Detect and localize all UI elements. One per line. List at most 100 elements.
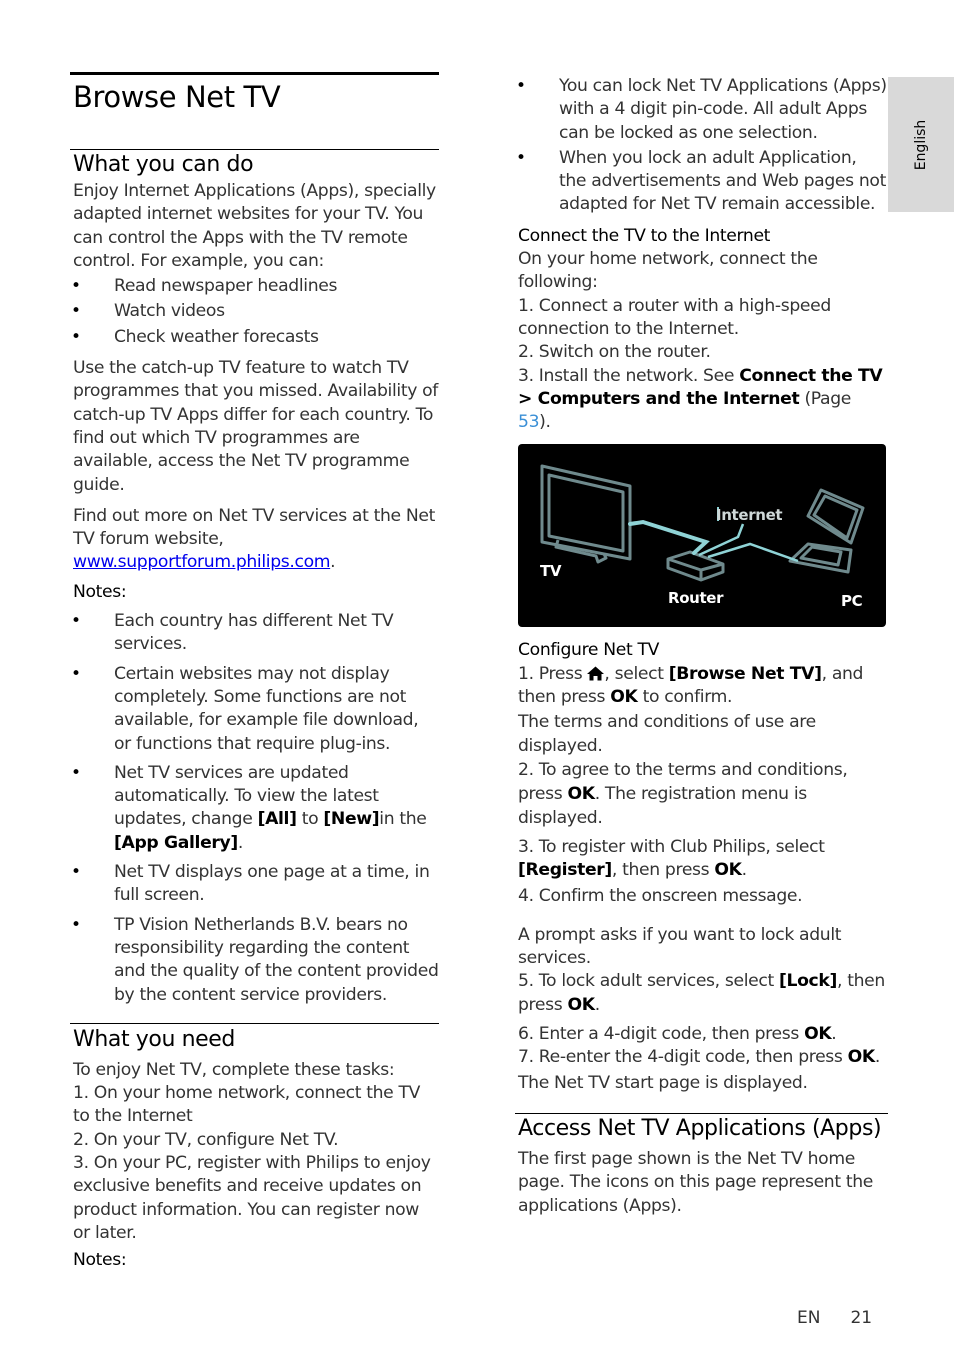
option-all: [All] xyxy=(257,809,297,830)
page-link[interactable]: 53 xyxy=(518,412,540,432)
step-text: 6. Enter a 4-digit code, then press xyxy=(518,1024,805,1045)
list-item: You can lock Net TV Applications (Apps) … xyxy=(516,75,888,145)
ref-connect-tv: Connect the TV xyxy=(739,365,883,386)
list-item: Read newspaper headlines xyxy=(71,275,439,299)
configure-step7-note: The Net TV start page is displayed. xyxy=(518,1072,808,1093)
step-text: to confirm. xyxy=(637,687,733,708)
configure-step4: 4. Confirm the onscreen message. xyxy=(518,885,803,906)
menu-lock: [Lock] xyxy=(778,971,837,992)
title-rule xyxy=(70,72,439,75)
ok-key: OK xyxy=(714,860,742,881)
connect-line: 2. Switch on the router. xyxy=(518,342,711,363)
notes-list: Each country has different Net TV servic… xyxy=(71,610,439,1007)
menu-register: [Register] xyxy=(518,860,612,881)
access-paragraph: The first page shown is the Net TV home … xyxy=(518,1148,873,1216)
page-number: 21 xyxy=(850,1308,873,1328)
section-heading-access-apps: Access Net TV Applications (Apps) xyxy=(518,1115,882,1141)
list-item: Net TV displays one page at a time, in f… xyxy=(71,861,439,908)
diagram-label-tv: TV xyxy=(540,562,562,580)
tv-screen xyxy=(547,473,625,553)
option-new: [New] xyxy=(323,809,380,830)
ref-computers-internet: > Computers and the Internet xyxy=(518,388,800,409)
connect-step3: 3. Install the network. See Connect the … xyxy=(518,365,888,435)
list-item: Watch videos xyxy=(71,300,439,324)
right-column: You can lock Net TV Applications (Apps) … xyxy=(515,72,888,1218)
step-text: . xyxy=(741,860,747,881)
configure-step6: 6. Enter a 4-digit code, then press OK. xyxy=(518,1023,888,1046)
forum-text: Find out more on Net TV services at the … xyxy=(73,505,436,550)
cable-router-internet xyxy=(698,524,745,557)
pc-screen xyxy=(806,488,865,545)
language-tab: English xyxy=(888,77,954,212)
lock-notes-list: You can lock Net TV Applications (Apps) … xyxy=(516,75,888,217)
list-item: Net TV services are updated automaticall… xyxy=(71,762,439,855)
cable-tv-router xyxy=(628,520,710,556)
list-item: TP Vision Netherlands B.V. bears no resp… xyxy=(71,914,439,1007)
ok-key: OK xyxy=(804,1024,832,1045)
home-icon xyxy=(587,666,605,681)
page-footer: EN 21 xyxy=(797,1308,872,1328)
examples-list: Read newspaper headlines Watch videos Ch… xyxy=(71,275,439,350)
step-text: , then press xyxy=(611,860,715,881)
step-text: 3. To register with Club Philips, select xyxy=(518,836,825,857)
configure-step5: 5. To lock adult services, select [Lock]… xyxy=(518,970,888,1017)
menu-browse-net-tv: [Browse Net TV] xyxy=(668,663,822,684)
connect-heading: Connect the TV to the Internet xyxy=(518,225,771,246)
need-line: 2. On your TV, configure Net TV. xyxy=(73,1129,339,1150)
note-text: to xyxy=(296,809,324,830)
forum-end: . xyxy=(330,552,336,573)
configure-prompt: A prompt asks if you want to lock adult … xyxy=(518,924,842,969)
section-rule xyxy=(70,1022,439,1024)
step-text: 7. Re-enter the 4-digit code, then press xyxy=(518,1047,848,1068)
list-item: When you lock an adult Application, the … xyxy=(516,147,888,217)
connect-line: On your home network, connect the follow… xyxy=(518,249,818,293)
connect-line: 1. Connect a router with a high-speed co… xyxy=(518,295,831,339)
list-item: Certain websites may not display complet… xyxy=(71,663,439,756)
step-text: 5. To lock adult services, select xyxy=(518,971,779,992)
left-column: Browse Net TV What you can do Enjoy Inte… xyxy=(70,72,439,1272)
network-diagram-svg: Internet TV Router PC xyxy=(540,464,865,610)
ok-key: OK xyxy=(847,1047,876,1068)
note-text: in the xyxy=(379,809,427,830)
configure-heading: Configure Net TV xyxy=(518,640,660,661)
ok-key: OK xyxy=(610,687,638,708)
step-text: . xyxy=(831,1024,837,1045)
list-item: Each country has different Net TV servic… xyxy=(71,610,439,657)
need-line: 3. On your PC, register with Philips to … xyxy=(73,1152,431,1243)
configure-step1: 1. Press , select [Browse Net TV], and t… xyxy=(518,663,888,710)
diagram-label-internet: Internet xyxy=(716,506,782,524)
step-text: ). xyxy=(539,412,551,433)
need-line: To enjoy Net TV, complete these tasks: xyxy=(73,1059,395,1080)
list-item: Check weather forecasts xyxy=(71,326,439,350)
configure-step3: 3. To register with Club Philips, select… xyxy=(518,836,888,883)
notes-label: Notes: xyxy=(73,1250,127,1271)
diagram-label-router: Router xyxy=(668,589,724,607)
note-text: . xyxy=(237,832,244,853)
cable-router-pc xyxy=(707,543,799,563)
need-line: 1. On your home network, connect the TV … xyxy=(73,1083,421,1127)
diagram-label-pc: PC xyxy=(841,592,863,610)
section-heading-what-you-can-do: What you can do xyxy=(73,152,254,177)
ok-key: OK xyxy=(567,783,595,804)
configure-step2: 2. To agree to the terms and conditions,… xyxy=(518,758,888,830)
language-tab-label: English xyxy=(913,119,929,170)
pc-base xyxy=(788,542,853,574)
intro-paragraph: Enjoy Internet Applications (Apps), spec… xyxy=(73,181,436,271)
section-heading-what-you-need: What you need xyxy=(73,1026,235,1052)
notes-label: Notes: xyxy=(73,581,127,602)
step-text: . xyxy=(594,994,600,1015)
step-text: , select xyxy=(604,663,669,684)
option-app-gallery: [App Gallery] xyxy=(114,832,238,853)
configure-step1-note: The terms and conditions of use are disp… xyxy=(518,712,816,756)
network-diagram: Internet TV Router PC xyxy=(518,444,886,628)
page-title: Browse Net TV xyxy=(73,80,281,114)
forum-link[interactable]: www.supportforum.philips.com xyxy=(73,552,331,572)
configure-step7: 7. Re-enter the 4-digit code, then press… xyxy=(518,1046,888,1069)
step-text: . xyxy=(874,1047,880,1068)
step-text: (Page xyxy=(799,388,852,409)
forum-paragraph: Find out more on Net TV services at the … xyxy=(73,505,439,575)
catchup-paragraph: Use the catch-up TV feature to watch TV … xyxy=(73,358,439,495)
ok-key: OK xyxy=(567,994,595,1015)
step-text: 3. Install the network. See xyxy=(518,365,740,386)
footer-lang: EN xyxy=(797,1308,821,1328)
